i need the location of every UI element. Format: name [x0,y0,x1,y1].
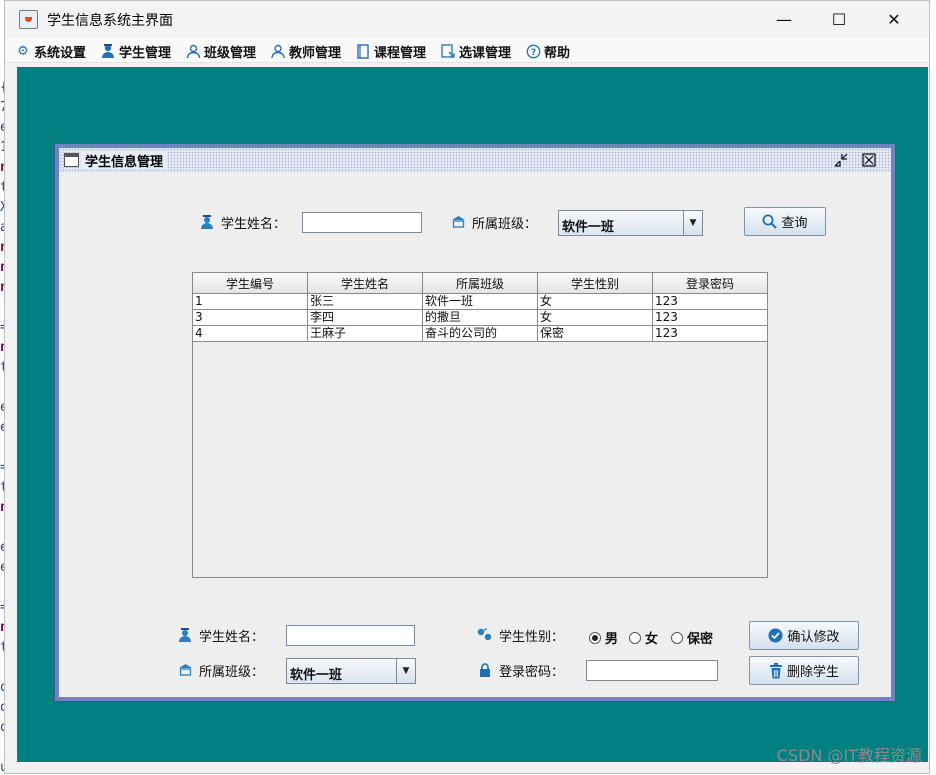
class-building-icon [177,662,193,678]
gender-radio-female[interactable]: 女 [629,628,658,647]
menu-label: 学生管理 [119,42,171,61]
frame-content: 学生姓名： 所属班级： 软件一班 ▼ 查询 [59,172,891,697]
title-bar[interactable]: 学生信息系统主界面 — ☐ ✕ [5,1,929,38]
maximize-button[interactable]: ☐ [812,1,866,38]
menu-label: 帮助 [544,42,570,61]
edit-class-value: 软件一班 [290,664,342,683]
student-icon [199,214,215,230]
frame-window-icon [64,153,79,167]
watermark: CSDN @IT教程资源 [777,742,922,766]
search-class-label: 所属班级： [450,212,537,232]
search-name-input[interactable] [302,212,422,233]
radio-circle [629,632,641,644]
student-info-internal-frame: 学生信息管理 学生姓名： [54,143,896,702]
lock-icon [477,662,493,678]
query-button[interactable]: 查询 [744,207,826,236]
close-button[interactable]: ✕ [867,1,921,38]
edit-password-input[interactable] [586,660,718,681]
table-row[interactable]: 1张三软件一班女123 [193,294,768,310]
main-window: 学生信息系统主界面 — ☐ ✕ ⚙ 系统设置 学生管理 班级管理 教师管理 [4,0,930,774]
svg-text:?: ? [530,48,535,58]
column-header[interactable]: 所属班级 [423,273,538,294]
gear-icon: ⚙ [15,43,31,59]
select-course-icon [440,43,456,59]
table-cell[interactable]: 王麻子 [308,326,423,342]
column-header[interactable]: 学生编号 [193,273,308,294]
menu-label: 教师管理 [289,42,341,61]
menu-class-management[interactable]: 班级管理 [185,41,256,61]
student-icon [100,43,116,59]
table-cell[interactable]: 女 [538,294,653,310]
edit-name-input[interactable] [286,625,415,646]
table-cell[interactable]: 女 [538,310,653,326]
java-app-icon [19,10,38,29]
column-header[interactable]: 学生性别 [538,273,653,294]
table-row[interactable]: 3李四的撒旦女123 [193,310,768,326]
confirm-edit-button[interactable]: 确认修改 [749,621,859,650]
search-icon [762,214,777,229]
help-icon: ? [525,43,541,59]
table-cell[interactable]: 123 [653,326,768,342]
table-cell[interactable]: 123 [653,310,768,326]
window-title: 学生信息系统主界面 [47,10,173,30]
frame-restore-button[interactable] [833,152,849,168]
menu-label: 课程管理 [374,42,426,61]
menu-help[interactable]: ? 帮助 [525,41,570,61]
close-box-icon [862,153,876,167]
chevron-down-icon: ▼ [396,659,415,683]
desktop-pane: 学生信息管理 学生姓名： [17,67,928,762]
class-icon [185,43,201,59]
student-table[interactable]: 学生编号学生姓名所属班级学生性别登录密码 1张三软件一班女1233李四的撒旦女1… [192,272,768,578]
column-header[interactable]: 学生姓名 [308,273,423,294]
class-building-icon [450,214,466,230]
table-cell[interactable]: 的撒旦 [423,310,538,326]
chevron-down-icon: ▼ [683,211,702,235]
table-cell[interactable]: 保密 [538,326,653,342]
search-name-label: 学生姓名： [199,212,286,232]
table-cell[interactable]: 3 [193,310,308,326]
table-cell[interactable]: 李四 [308,310,423,326]
menu-course-selection[interactable]: 选课管理 [440,41,511,61]
edit-gender-label: 学生性别： [477,625,564,645]
menu-student-management[interactable]: 学生管理 [100,41,171,61]
radio-circle [589,632,601,644]
table-cell[interactable]: 奋斗的公司的 [423,326,538,342]
menu-label: 选课管理 [459,42,511,61]
menu-label: 系统设置 [34,42,86,61]
menu-course-management[interactable]: 课程管理 [355,41,426,61]
column-header[interactable]: 登录密码 [653,273,768,294]
menu-teacher-management[interactable]: 教师管理 [270,41,341,61]
search-class-value: 软件一班 [562,216,614,235]
frame-close-button[interactable] [861,152,877,168]
edit-password-label: 登录密码： [477,660,564,680]
gender-radio-secret[interactable]: 保密 [671,628,713,647]
gender-radio-male[interactable]: 男 [589,628,618,647]
table-row[interactable]: 4王麻子奋斗的公司的保密123 [193,326,768,342]
table-cell[interactable]: 4 [193,326,308,342]
minimize-button[interactable]: — [757,1,811,38]
table-cell[interactable]: 张三 [308,294,423,310]
restore-icon [834,153,848,167]
edit-class-label: 所属班级： [177,660,264,680]
table-header: 学生编号学生姓名所属班级学生性别登录密码 [193,273,768,294]
menu-bar: ⚙ 系统设置 学生管理 班级管理 教师管理 课程管理 [5,38,929,63]
menu-system-settings[interactable]: ⚙ 系统设置 [15,41,86,61]
table-cell[interactable]: 1 [193,294,308,310]
delete-student-button[interactable]: 删除学生 [749,656,859,685]
student-icon [177,627,193,643]
search-class-select[interactable]: 软件一班 ▼ [558,210,703,236]
menu-label: 班级管理 [204,42,256,61]
trash-icon [769,663,783,679]
teacher-icon [270,43,286,59]
frame-title: 学生信息管理 [81,151,167,169]
gender-icon [477,627,493,643]
table-cell[interactable]: 软件一班 [423,294,538,310]
edit-name-label: 学生姓名： [177,625,264,645]
frame-title-bar[interactable]: 学生信息管理 [59,148,891,172]
edit-class-select[interactable]: 软件一班 ▼ [286,658,416,684]
radio-circle [671,632,683,644]
book-icon [355,43,371,59]
table-cell[interactable]: 123 [653,294,768,310]
check-circle-icon [768,628,783,643]
